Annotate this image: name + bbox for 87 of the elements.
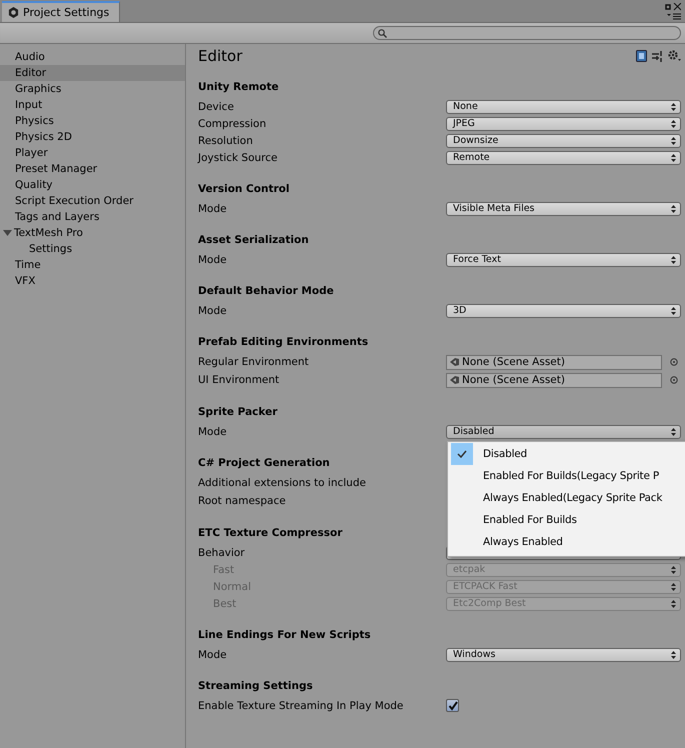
updown-icon [671, 650, 676, 658]
updown-icon [671, 120, 676, 128]
field-label: Enable Texture Streaming In Play Mode [198, 700, 404, 712]
section-title: ETC Texture Compressor [198, 526, 342, 541]
sidebar-item[interactable]: Physics [0, 113, 185, 129]
sliders-icon[interactable] [652, 50, 663, 62]
window-tab[interactable]: Project Settings [2, 1, 120, 22]
sidebar-item[interactable]: Input [0, 97, 185, 113]
sidebar-item[interactable]: Tags and Layers [0, 209, 185, 225]
sidebar-item[interactable]: Time [0, 257, 185, 273]
field-label: UI Environment [198, 374, 280, 386]
sidebar-item[interactable]: Editor [0, 65, 185, 81]
dropdown[interactable]: Disabled [446, 424, 681, 438]
section-title: Version Control [198, 182, 290, 197]
dropdown[interactable]: Windows [446, 648, 681, 662]
section-title: Default Behavior Mode [198, 284, 334, 299]
sidebar-item[interactable]: Audio [0, 49, 185, 65]
field-label: Mode [198, 304, 228, 316]
field-label: Device [198, 100, 235, 112]
sidebar-item[interactable]: Graphics [0, 81, 185, 97]
dropdown[interactable]: 3D [446, 304, 681, 318]
field-label: Root namespace [198, 495, 287, 507]
field-label: Mode [198, 254, 228, 266]
sidebar-item[interactable]: Preset Manager [0, 161, 185, 177]
section-title: Unity Remote [198, 80, 279, 95]
field-label: Mode [198, 202, 228, 214]
field-label: Behavior [198, 546, 246, 558]
dropdown[interactable]: None [446, 100, 681, 114]
section-title: Sprite Packer [198, 405, 278, 420]
sidebar-item[interactable]: Physics 2D [0, 129, 185, 145]
updown-icon [671, 306, 676, 314]
updown-icon [671, 136, 676, 144]
section-title: Streaming Settings [198, 679, 313, 694]
checkbox[interactable] [446, 699, 459, 712]
sidebar-item[interactable]: Settings [0, 241, 185, 257]
menu-item[interactable]: Enabled For Builds(Legacy Sprite P [448, 465, 685, 487]
updown-icon [671, 582, 676, 590]
menu-item[interactable]: Always Enabled(Legacy Sprite Pack [448, 487, 685, 509]
checkmark-icon [457, 450, 467, 458]
section-title: Line Endings For New Scripts [198, 628, 371, 643]
gear-icon[interactable] [668, 50, 681, 62]
menu-icon[interactable] [667, 13, 681, 20]
dropdown[interactable]: Remote [446, 150, 681, 164]
sidebar-item[interactable]: Player [0, 145, 185, 161]
window-controls-icon[interactable] [665, 3, 681, 11]
dropdown[interactable]: Force Text [446, 252, 681, 266]
search-icon [378, 28, 387, 38]
section-title: Prefab Editing Environments [198, 335, 368, 350]
target-icon[interactable] [670, 358, 678, 366]
gear-icon [8, 7, 19, 18]
section-title: C# Project Generation [198, 456, 330, 471]
target-icon[interactable] [670, 376, 678, 384]
scene-icon [449, 375, 460, 385]
search-field[interactable] [373, 26, 681, 40]
updown-icon [671, 256, 676, 264]
section-title: Asset Serialization [198, 233, 309, 248]
object-field[interactable]: None (Scene Asset) [446, 372, 662, 388]
dropdown[interactable]: JPEG [446, 116, 681, 130]
panel-title: Editor [198, 47, 242, 65]
updown-icon [671, 204, 676, 212]
sidebar-item[interactable]: TextMesh Pro [0, 225, 185, 241]
dropdown[interactable]: Visible Meta Files [446, 202, 681, 216]
menu-item[interactable]: Disabled [448, 443, 685, 465]
menu-item[interactable]: Enabled For Builds [448, 509, 685, 531]
field-label: Additional extensions to include [198, 477, 367, 489]
updown-icon [671, 154, 676, 162]
updown-icon [671, 566, 676, 574]
field-label: Fast [212, 564, 236, 576]
field-label: Best [212, 598, 238, 610]
sidebar-item[interactable]: Quality [0, 177, 185, 193]
field-label: Regular Environment [198, 356, 310, 368]
field-label: Normal [212, 580, 252, 592]
expand-arrow-icon[interactable] [3, 229, 12, 237]
menu-item[interactable]: Always Enabled [448, 531, 685, 553]
field-label: Joystick Source [198, 152, 278, 164]
field-label: Mode [198, 426, 228, 438]
sidebar-item[interactable]: Script Execution Order [0, 193, 185, 209]
sidebar-item[interactable]: VFX [0, 273, 185, 289]
updown-icon [671, 102, 676, 110]
dropdown[interactable]: Downsize [446, 134, 681, 148]
scene-icon [449, 357, 460, 367]
updown-icon [671, 428, 676, 436]
object-field[interactable]: None (Scene Asset) [446, 354, 662, 370]
field-label: Compression [198, 118, 268, 130]
updown-icon [671, 600, 676, 608]
field-label: Resolution [198, 134, 254, 146]
field-label: Mode [198, 648, 228, 660]
